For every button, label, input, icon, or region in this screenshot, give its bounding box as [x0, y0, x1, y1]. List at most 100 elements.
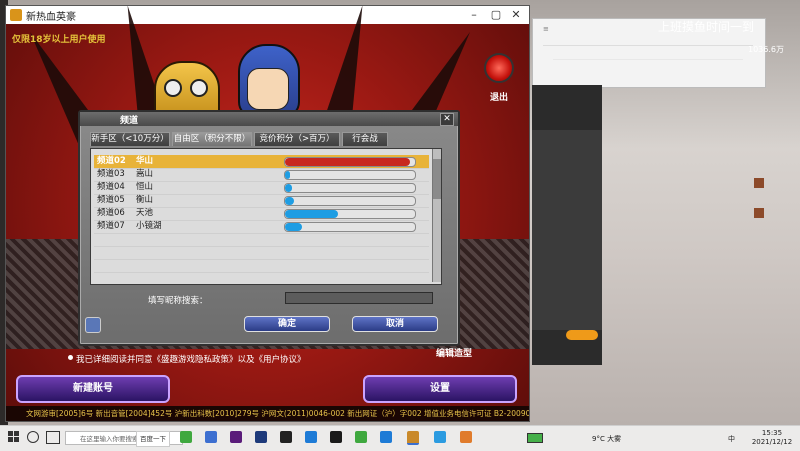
scrollbar-thumb[interactable] [433, 159, 441, 199]
windows-start-icon[interactable] [8, 431, 20, 443]
clock[interactable]: 15:35 2021/12/12 [748, 429, 796, 447]
channel-id: 频道04 [97, 182, 125, 192]
desktop-shortcut-icon[interactable] [754, 208, 764, 218]
exit-label[interactable]: 退出 [490, 90, 508, 103]
channel-load-bar [284, 183, 416, 193]
channel-load-fill [285, 158, 410, 166]
window-titlebar[interactable]: 新热血英豪 – ▢ ✕ [6, 6, 529, 25]
channel-name: 天池 [136, 208, 154, 218]
cancel-button[interactable]: 取消 [352, 316, 438, 332]
app-icon-dark[interactable] [330, 431, 342, 443]
ok-button[interactable]: 确定 [244, 316, 330, 332]
game-window: 新热血英豪 – ▢ ✕ 仅限18岁以上用户使用 退出 频道 ✕ 新手区（<10万… [5, 5, 530, 422]
baidu-search-button[interactable]: 百度一下 [136, 431, 170, 447]
edge-icon[interactable] [305, 431, 317, 443]
channel-row[interactable]: 频道04 恒山 [94, 181, 429, 195]
record-button[interactable] [566, 330, 598, 340]
close-icon[interactable]: ✕ [506, 7, 526, 23]
channel-id: 频道03 [97, 169, 125, 179]
channel-row[interactable]: 频道02 华山 [94, 155, 429, 169]
new-account-button[interactable]: 新建账号 [16, 375, 170, 403]
window-title: 新热血英豪 [26, 12, 76, 23]
tab-guild-war[interactable]: 行会战 [342, 132, 388, 146]
dialog-titlebar[interactable]: 频道 ✕ [80, 112, 458, 126]
empty-row [94, 233, 429, 247]
channel-name: 衡山 [136, 195, 154, 205]
license-text: 文网游审[2005]6号 新出音管[2004]452号 沪新出科数[2010]2… [26, 409, 530, 418]
channel-name: 华山 [136, 156, 154, 166]
clock-date: 2021/12/12 [751, 438, 793, 446]
dialog-close-icon[interactable]: ✕ [440, 113, 454, 126]
agree-radio[interactable] [68, 355, 73, 360]
tab-bidding[interactable]: 竞价积分（>百万） [254, 132, 340, 146]
weather-text[interactable]: 9°C 大雾 [592, 434, 621, 444]
minimize-icon[interactable]: – [464, 7, 484, 23]
app-icon-teal[interactable] [434, 431, 446, 443]
tab-free[interactable]: 自由区（积分不限） [172, 132, 252, 146]
stream-title: 上班摸鱼时间一到 [658, 20, 755, 34]
battery-icon[interactable] [527, 433, 543, 443]
edit-appearance-label[interactable]: 编辑造型 [436, 346, 472, 359]
search-icon[interactable] [27, 431, 39, 443]
qq-icon[interactable] [280, 431, 292, 443]
hero-character-face [247, 68, 289, 110]
photoshop-icon[interactable] [255, 431, 267, 443]
helper-divider-2 [553, 59, 743, 60]
helper-divider [543, 45, 753, 46]
tab-newbie[interactable]: 新手区（<10万分） [90, 132, 170, 146]
robot-eye [164, 79, 182, 97]
channel-dialog: 频道 ✕ 新手区（<10万分） 自由区（积分不限） 竞价积分（>百万） 行会战 … [78, 110, 460, 346]
channel-id: 频道06 [97, 208, 125, 218]
channel-load-fill [285, 171, 290, 179]
exit-icon[interactable] [484, 53, 514, 83]
app-icon [10, 9, 22, 21]
stream-count: 1036.6万 [748, 45, 784, 54]
channel-row[interactable]: 频道06 天池 [94, 207, 429, 221]
channel-row[interactable]: 频道05 衡山 [94, 194, 429, 208]
helper-window-tab: ≡ [543, 25, 549, 33]
channel-row[interactable]: 频道03 嵩山 [94, 168, 429, 182]
channel-load-fill [285, 223, 302, 231]
robot-eye [190, 79, 208, 97]
task-view-icon[interactable] [46, 431, 60, 444]
license-footer: 文网游审[2005]6号 新出音管[2004]452号 沪新出科数[2010]2… [6, 406, 529, 421]
background-ray [323, 6, 377, 126]
refresh-icon[interactable] [85, 317, 101, 333]
app-icon-orange[interactable] [460, 431, 472, 443]
channel-load-fill [285, 184, 292, 192]
desktop-shortcut-icon[interactable] [754, 178, 764, 188]
app-icon-blue[interactable] [205, 431, 217, 443]
channel-id: 频道05 [97, 195, 125, 205]
agreement-text[interactable]: 我已详细阅读并同意《盛趣游戏隐私政策》以及《用户协议》 [76, 353, 306, 365]
settings-button[interactable]: 设置 [363, 375, 517, 403]
channel-name: 小镜湖 [136, 221, 162, 231]
channel-list: 频道02 华山频道03 嵩山频道04 恒山频道05 衡山频道06 天池频道07 小镜湖 [90, 148, 442, 285]
empty-row [94, 246, 429, 260]
channel-id: 频道02 [97, 156, 126, 166]
channel-id: 频道07 [97, 221, 125, 231]
clock-time: 15:35 [761, 429, 783, 437]
dialog-title: 频道 [120, 116, 139, 126]
browser-icon[interactable] [180, 431, 192, 443]
maximize-icon[interactable]: ▢ [486, 7, 506, 23]
channel-name: 恒山 [136, 182, 154, 192]
game-taskbar-icon[interactable] [407, 431, 419, 445]
channel-load-bar [284, 170, 416, 180]
channel-load-fill [285, 210, 338, 218]
premiere-icon[interactable] [230, 431, 242, 443]
app-icon-green[interactable] [355, 431, 367, 443]
channel-load-bar [284, 209, 416, 219]
empty-row [94, 259, 429, 273]
input-method-indicator[interactable]: 中 [728, 434, 735, 444]
channel-load-bar [284, 157, 416, 167]
nickname-search-input[interactable] [285, 292, 433, 304]
channel-load-bar [284, 222, 416, 232]
nickname-search-label: 填写昵称搜索： [148, 296, 208, 306]
channel-load-fill [285, 197, 294, 205]
file-explorer-icon[interactable] [380, 431, 392, 443]
channel-list-scrollbar[interactable] [432, 149, 441, 282]
channel-name: 嵩山 [136, 169, 154, 179]
channel-row[interactable]: 频道07 小镜湖 [94, 220, 429, 234]
age-notice: 仅限18岁以上用户使用 [12, 35, 106, 45]
recording-preview [532, 130, 602, 330]
